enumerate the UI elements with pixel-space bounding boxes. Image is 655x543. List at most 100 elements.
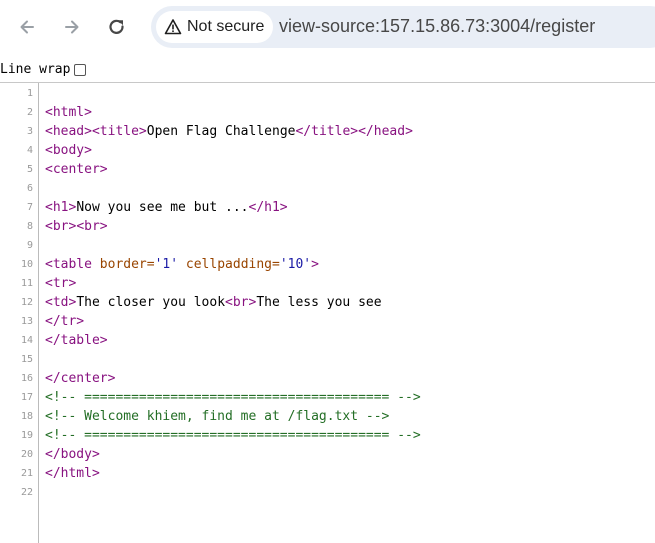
line-code: <h1>Now you see me but ...</h1> bbox=[45, 198, 288, 217]
code-token: </body> bbox=[45, 447, 100, 462]
line-code: <!-- ===================================… bbox=[45, 426, 421, 445]
line-code: <html> bbox=[45, 103, 92, 122]
code-token: </center> bbox=[45, 371, 116, 386]
forward-arrow-icon bbox=[65, 20, 79, 34]
line-code: <center> bbox=[45, 160, 108, 179]
source-line: 9 bbox=[0, 236, 655, 255]
code-token: <tr> bbox=[45, 276, 77, 291]
line-number: 20 bbox=[20, 449, 33, 460]
line-code: </center> bbox=[45, 369, 115, 388]
source-line: 16 </center> bbox=[0, 369, 655, 388]
code-token: cellpadding= bbox=[185, 257, 280, 272]
line-number: 21 bbox=[20, 468, 33, 479]
code-token: border= bbox=[99, 257, 155, 272]
url-text[interactable]: view-source:157.15.86.73:3004/register bbox=[279, 16, 595, 37]
line-number: 12 bbox=[20, 297, 33, 308]
source-line: 2 <html> bbox=[0, 103, 655, 122]
address-bar[interactable]: Not secure view-source:157.15.86.73:3004… bbox=[151, 6, 655, 48]
line-number: 8 bbox=[26, 221, 33, 232]
line-code: <head><title>Open Flag Challenge</title>… bbox=[45, 122, 413, 141]
code-token: <!-- ===================================… bbox=[45, 428, 421, 443]
code-token: <center> bbox=[45, 162, 108, 177]
code-token: <br> bbox=[45, 219, 77, 234]
line-wrap-label[interactable]: Line wrap bbox=[0, 62, 70, 77]
source-line: 6 bbox=[0, 179, 655, 198]
source-line: 14 </table> bbox=[0, 331, 655, 350]
code-token: <!-- ===================================… bbox=[45, 390, 421, 405]
code-token: The less you see bbox=[256, 295, 382, 310]
line-code: <!-- Welcome khiem, find me at /flag.txt… bbox=[45, 407, 389, 426]
source-line: 20 </body> bbox=[0, 445, 655, 464]
line-number: 5 bbox=[26, 164, 33, 175]
line-number: 22 bbox=[20, 487, 33, 498]
code-token: <table bbox=[45, 257, 100, 272]
code-token: </table> bbox=[45, 333, 108, 348]
line-number: 9 bbox=[26, 240, 33, 251]
line-number: 7 bbox=[26, 202, 33, 213]
line-number: 4 bbox=[26, 145, 33, 156]
code-token: <html> bbox=[45, 105, 92, 120]
line-code: <body> bbox=[45, 141, 92, 160]
security-indicator[interactable]: Not secure bbox=[156, 11, 274, 43]
warning-triangle-icon bbox=[164, 19, 182, 35]
code-token: '10' bbox=[279, 257, 312, 272]
source-line: 15 bbox=[0, 350, 655, 369]
source-line: 21 </html> bbox=[0, 464, 655, 483]
code-token: <!-- Welcome khiem, find me at /flag.txt… bbox=[45, 409, 390, 424]
source-line: 12 <td>The closer you look<br>The less yo… bbox=[0, 293, 655, 312]
source-line: 4 <body> bbox=[0, 141, 655, 160]
line-code: <br><br> bbox=[45, 217, 108, 236]
code-token: </h1> bbox=[248, 200, 288, 215]
code-token: <body> bbox=[45, 143, 92, 158]
line-number: 14 bbox=[20, 335, 33, 346]
line-number: 2 bbox=[26, 107, 33, 118]
source-line: 7 <h1>Now you see me but ...</h1> bbox=[0, 198, 655, 217]
code-token: <h1> bbox=[45, 200, 77, 215]
code-token: Now you see me but ... bbox=[76, 200, 249, 215]
line-number: 3 bbox=[26, 126, 33, 137]
line-code: </body> bbox=[45, 445, 100, 464]
line-number: 13 bbox=[20, 316, 33, 327]
reload-button[interactable] bbox=[100, 10, 134, 44]
source-line: 1 bbox=[0, 84, 655, 103]
source-line: 17 <!-- =================================… bbox=[0, 388, 655, 407]
line-number: 16 bbox=[20, 373, 33, 384]
browser-toolbar: Not secure view-source:157.15.86.73:3004… bbox=[0, 0, 655, 54]
code-token: <br> bbox=[76, 219, 108, 234]
line-number: 19 bbox=[20, 430, 33, 441]
code-token: > bbox=[311, 257, 319, 272]
line-code: <table border='1' cellpadding='10'> bbox=[45, 255, 319, 274]
line-code: <td>The closer you look<br>The less you … bbox=[45, 293, 382, 312]
line-code: </table> bbox=[45, 331, 108, 350]
line-code: <!-- ===================================… bbox=[45, 388, 421, 407]
line-number: 15 bbox=[20, 354, 33, 365]
line-wrap-bar: Line wrap bbox=[0, 57, 655, 83]
line-number: 1 bbox=[26, 88, 33, 99]
reload-icon bbox=[109, 19, 124, 34]
source-line: 13 </tr> bbox=[0, 312, 655, 331]
code-token: <head> bbox=[45, 124, 92, 139]
source-line: 5 <center> bbox=[0, 160, 655, 179]
code-token: <br> bbox=[225, 295, 257, 310]
source-line: 3 <head><title>Open Flag Challenge</title… bbox=[0, 122, 655, 141]
line-wrap-checkbox[interactable] bbox=[74, 63, 87, 76]
forward-button[interactable] bbox=[55, 10, 89, 44]
code-token: </title> bbox=[295, 124, 359, 139]
code-token: The closer you look bbox=[76, 295, 226, 310]
line-number: 11 bbox=[20, 278, 33, 289]
line-number: 17 bbox=[20, 392, 33, 403]
line-code: </tr> bbox=[45, 312, 84, 331]
back-button[interactable] bbox=[10, 10, 44, 44]
back-arrow-icon bbox=[20, 20, 34, 34]
code-token: '1' bbox=[154, 257, 179, 272]
source-line: 19 <!-- =================================… bbox=[0, 426, 655, 445]
line-number: 6 bbox=[26, 183, 33, 194]
code-token: Open Flag Challenge bbox=[146, 124, 296, 139]
code-token: <td> bbox=[45, 295, 77, 310]
source-line: 22 bbox=[0, 483, 655, 502]
source-line: 11 <tr> bbox=[0, 274, 655, 293]
source-view: 1 2 <html> 3 <head><title>Open Flag Challeng… bbox=[0, 84, 655, 502]
source-line: 10 <table border='1' cellpadding='10'> bbox=[0, 255, 655, 274]
line-number: 18 bbox=[20, 411, 33, 422]
